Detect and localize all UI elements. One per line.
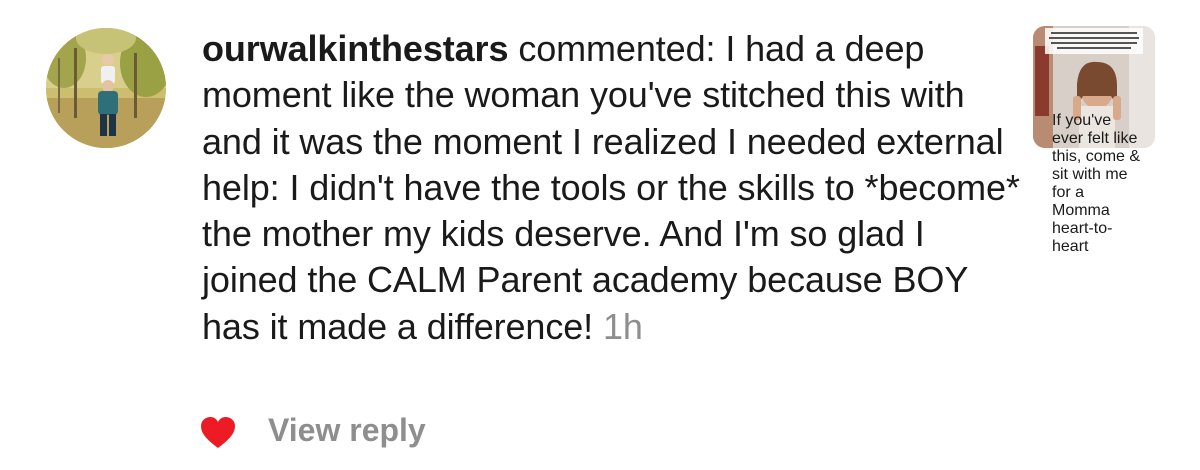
avatar[interactable] [46,28,166,148]
comment-username[interactable]: ourwalkinthestars [202,28,509,69]
thumbnail-caption: If you've ever felt like this, come & si… [1052,112,1141,255]
comment-text: I had a deep moment like the woman you'v… [202,28,1020,347]
view-reply-button[interactable]: View reply [268,412,426,449]
comment-action: commented: [518,28,716,69]
heart-icon[interactable] [200,416,236,450]
comment-timestamp[interactable]: 1h [603,306,643,347]
avatar-photo [46,28,166,148]
comment-body: ourwalkinthestars commented: I had a dee… [202,26,1022,350]
